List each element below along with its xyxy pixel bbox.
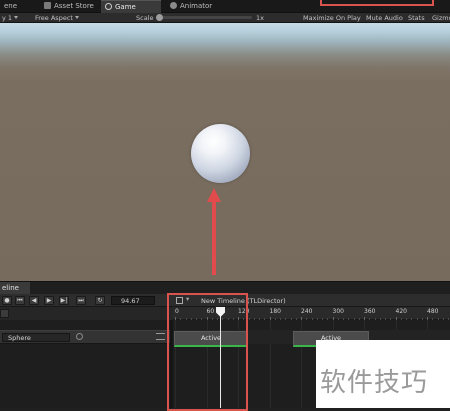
animator-icon [170, 2, 177, 9]
last-frame-button[interactable]: ⏭ [76, 296, 86, 305]
next-frame-button[interactable]: ▶| [59, 296, 69, 305]
tab-asset-store[interactable]: Asset Store [40, 0, 98, 13]
ruler-tick-label: 300 [332, 308, 344, 315]
object-picker-icon[interactable] [76, 333, 83, 340]
frame-field[interactable]: 94.67 [111, 296, 155, 305]
ruler-tick-label: 240 [301, 308, 313, 315]
mute-audio-toggle[interactable]: Mute Audio [366, 13, 403, 23]
track-menu-icon[interactable] [156, 333, 165, 340]
scale-slider[interactable] [156, 14, 252, 21]
prev-frame-button[interactable]: ◀ [29, 296, 39, 305]
stats-toggle[interactable]: Stats [408, 13, 425, 23]
preview-button[interactable]: ● [2, 296, 12, 305]
tab-game[interactable]: Game [101, 0, 161, 13]
store-icon [44, 2, 51, 9]
play-button[interactable]: ▶ [44, 296, 54, 305]
maximize-on-play-toggle[interactable]: Maximize On Play [303, 13, 361, 23]
ruler-tick-label: 480 [427, 308, 439, 315]
highlight-box-top [320, 0, 434, 6]
scale-value: 1x [256, 14, 264, 22]
game-icon [105, 3, 112, 10]
display-dropdown[interactable]: y 1 [2, 13, 19, 23]
chevron-down-icon [14, 16, 19, 19]
aspect-dropdown[interactable]: Free Aspect [35, 13, 79, 23]
ruler-tick-label: 180 [269, 308, 281, 315]
gizmos-dropdown[interactable]: Gizmo [432, 13, 450, 23]
tab-scene[interactable]: ene [0, 0, 36, 13]
track-header[interactable]: Sphere [0, 330, 170, 344]
track-name-field[interactable]: Sphere [2, 333, 70, 342]
ruler-tick-label: 360 [364, 308, 376, 315]
game-view-toolbar: y 1 Free Aspect Scale 1x Maximize On Pla… [0, 13, 450, 23]
chevron-down-icon [74, 16, 79, 19]
tab-timeline[interactable]: eline [0, 282, 30, 294]
slider-handle[interactable] [156, 14, 163, 21]
first-frame-button[interactable]: ⏮ [15, 296, 25, 305]
arrow-shaft [212, 200, 216, 275]
sphere-object [191, 124, 250, 183]
add-track-button[interactable] [0, 309, 9, 318]
ruler-tick-label: 420 [395, 308, 407, 315]
watermark-text: 软件技巧 [320, 368, 429, 398]
tab-animator[interactable]: Animator [166, 0, 222, 13]
loop-button[interactable]: ↻ [95, 296, 105, 305]
scale-label: Scale [136, 14, 154, 22]
highlight-box-timeline [167, 293, 248, 411]
